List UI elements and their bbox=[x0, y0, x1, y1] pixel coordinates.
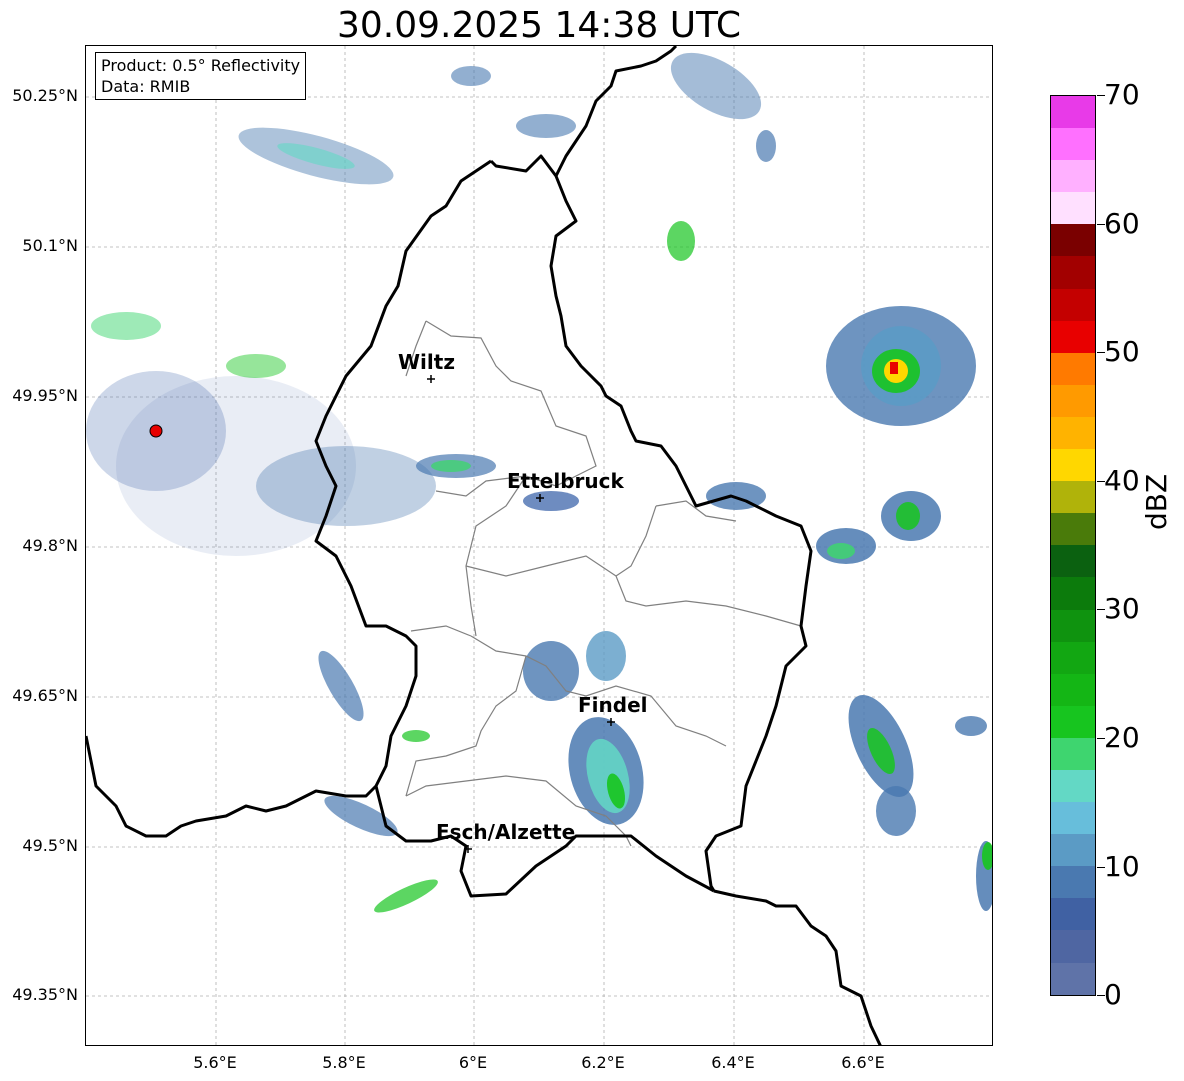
lat-label: 49.95°N bbox=[12, 386, 78, 405]
lat-label: 50.1°N bbox=[22, 236, 78, 255]
lon-label: 6°E bbox=[458, 1053, 488, 1072]
colorbar-segment bbox=[1051, 256, 1095, 289]
colorbar-tick-label: 60 bbox=[1104, 207, 1140, 240]
colorbar-segment bbox=[1051, 545, 1095, 578]
colorbar-tick-label: 50 bbox=[1104, 335, 1140, 368]
lat-label: 49.65°N bbox=[12, 686, 78, 705]
radar-site-marker bbox=[149, 424, 163, 438]
city-label-wiltz: Wiltz bbox=[398, 350, 455, 374]
colorbar-segment bbox=[1051, 705, 1095, 738]
lon-label: 5.6°E bbox=[193, 1053, 237, 1072]
city-label-findel: Findel bbox=[578, 693, 648, 717]
colorbar-segment bbox=[1051, 577, 1095, 610]
colorbar-segment bbox=[1051, 481, 1095, 514]
colorbar-segment bbox=[1051, 769, 1095, 803]
product-info-box: Product: 0.5° Reflectivity Data: RMIB bbox=[95, 52, 307, 100]
lat-label: 49.8°N bbox=[22, 536, 78, 555]
colorbar-segment bbox=[1051, 352, 1095, 385]
colorbar-tick-label: 40 bbox=[1104, 464, 1140, 497]
lat-label: 50.25°N bbox=[12, 86, 78, 105]
colorbar-segment bbox=[1051, 449, 1095, 482]
lon-label: 6.2°E bbox=[581, 1053, 625, 1072]
colorbar bbox=[1050, 95, 1096, 996]
colorbar-segment bbox=[1051, 737, 1095, 770]
radar-map: Product: 0.5° Reflectivity Data: RMIB Wi… bbox=[85, 45, 993, 1046]
lon-label: 6.6°E bbox=[841, 1053, 885, 1072]
colorbar-segment bbox=[1051, 513, 1095, 546]
colorbar-tick-label: 0 bbox=[1104, 978, 1122, 1011]
city-label-esch-alzette: Esch/Alzette bbox=[436, 820, 576, 844]
lat-label: 49.35°N bbox=[12, 985, 78, 1004]
colorbar-segment bbox=[1051, 802, 1095, 835]
colorbar-tick-label: 30 bbox=[1104, 592, 1140, 625]
colorbar-segment bbox=[1051, 834, 1095, 867]
colorbar-segment bbox=[1051, 962, 1095, 995]
map-title: 30.09.2025 14:38 UTC bbox=[336, 5, 742, 46]
colorbar-segment bbox=[1051, 96, 1095, 129]
product-label: Product: 0.5° Reflectivity bbox=[101, 56, 301, 75]
colorbar-segment bbox=[1051, 224, 1095, 257]
data-source-label: Data: RMIB bbox=[101, 77, 191, 96]
colorbar-segment bbox=[1051, 320, 1095, 353]
colorbar-segment bbox=[1051, 930, 1095, 963]
radar-map-canvas bbox=[86, 46, 992, 1045]
colorbar-segment bbox=[1051, 416, 1095, 450]
colorbar-segment bbox=[1051, 866, 1095, 899]
city-label-ettelbruck: Ettelbruck bbox=[507, 469, 624, 493]
lon-label: 5.8°E bbox=[322, 1053, 366, 1072]
colorbar-segment bbox=[1051, 128, 1095, 161]
lat-label: 49.5°N bbox=[22, 836, 78, 855]
colorbar-tick-label: 70 bbox=[1104, 78, 1140, 111]
colorbar-segment bbox=[1051, 898, 1095, 931]
colorbar-segment bbox=[1051, 641, 1095, 674]
colorbar-segment bbox=[1051, 673, 1095, 706]
colorbar-tick-label: 20 bbox=[1104, 721, 1140, 754]
colorbar-segment bbox=[1051, 192, 1095, 225]
colorbar-segment bbox=[1051, 384, 1095, 417]
colorbar-unit-label: dBZ bbox=[1140, 473, 1173, 530]
lon-label: 6.4°E bbox=[711, 1053, 755, 1072]
colorbar-segment bbox=[1051, 160, 1095, 193]
colorbar-segment bbox=[1051, 288, 1095, 321]
colorbar-tick-label: 10 bbox=[1104, 850, 1140, 883]
colorbar-segment bbox=[1051, 609, 1095, 642]
